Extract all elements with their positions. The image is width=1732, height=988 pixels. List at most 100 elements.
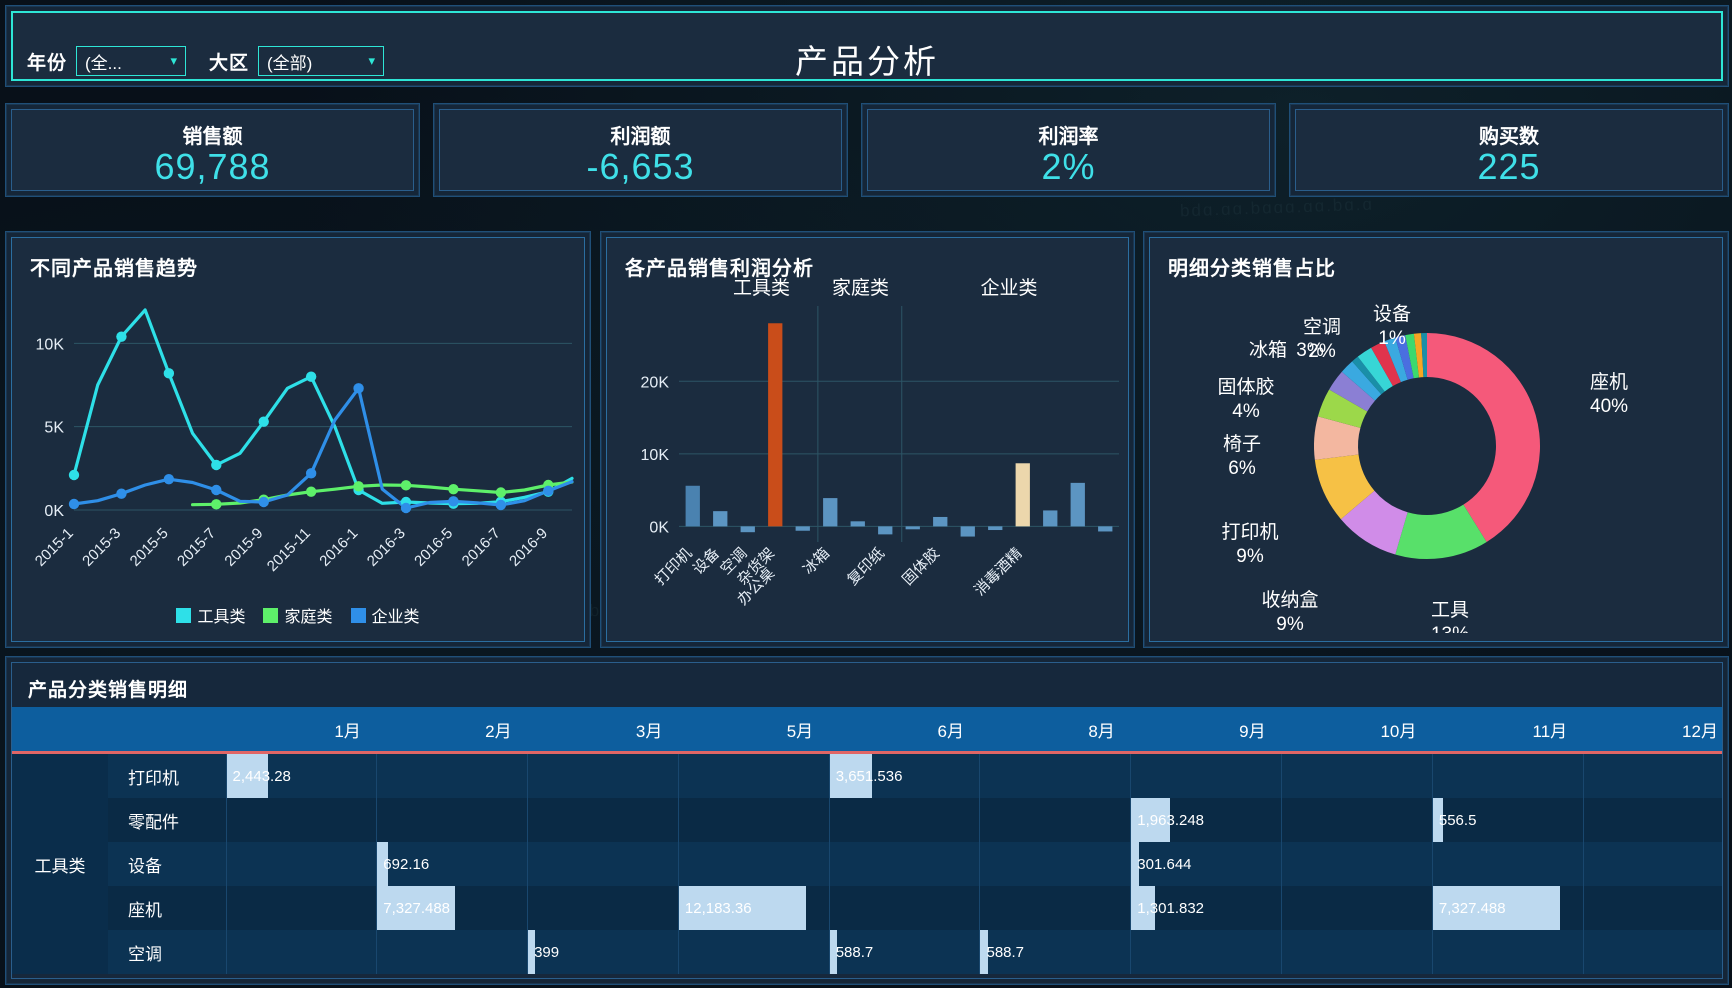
y-axis-tick: 0K [44,503,64,520]
table-cell[interactable] [1582,842,1722,886]
table-cell[interactable]: 3,651.536 [828,752,980,798]
table-cell[interactable] [979,886,1131,930]
table-cell[interactable]: 692.16 [376,842,528,886]
x-axis-tick: 2015-7 [174,525,219,570]
table-column-header[interactable]: 12月 [1583,707,1722,754]
donut-label: 设备 [1373,303,1411,325]
table-row[interactable]: 零配件 1,963.248 556.5 [12,798,1722,842]
table-row[interactable]: 工具类 打印机 2,443.28 3,651.536 [12,752,1722,974]
table-cell[interactable] [1281,798,1433,842]
table-cell[interactable] [1281,886,1433,930]
table-cell[interactable] [828,886,980,930]
table-cell[interactable] [1431,752,1584,798]
kpi-value: 69,788 [154,146,271,187]
table-row[interactable]: 座机 7,327.488 12,183.36 1,301.832 7,327.488 [12,886,1722,930]
table-cell[interactable] [677,842,830,886]
table-cell[interactable] [527,886,679,930]
year-select-value: (全... [85,53,122,73]
chevron-down-icon: ▾ [170,53,178,68]
table-cell[interactable]: 1,963.248 [1130,798,1282,842]
table-column-header[interactable]: 6月 [829,707,980,754]
cell-value: 1,301.832 [1137,899,1205,917]
line-data-point [211,499,222,510]
table-cell[interactable] [527,752,679,798]
table-cell[interactable] [376,798,528,842]
filter-year: 年份 (全... ▾ [27,46,187,76]
table-cell[interactable] [527,798,679,842]
table-column-header[interactable]: 2月 [376,707,528,754]
table-cell[interactable] [225,842,377,886]
table-cell[interactable]: 588.7 [828,930,980,974]
legend-item-工具类[interactable]: 工具类 [176,603,245,627]
table-cell[interactable]: 7,327.488 [1431,886,1584,930]
table-cell[interactable]: 7,327.488 [376,886,528,930]
table-cell[interactable] [1281,930,1433,974]
table-cell[interactable] [225,886,377,930]
table-cell[interactable] [1281,842,1433,886]
donut-percent: 13% [1431,624,1469,633]
table-category-cell: 工具类 [12,752,108,974]
donut-label: 空调 [1303,316,1341,338]
table-cell[interactable] [1582,930,1722,974]
legend-item-企业类[interactable]: 企业类 [350,603,420,627]
table-cell[interactable] [1281,752,1433,798]
table-column-header[interactable]: 5月 [678,707,830,754]
table-cell[interactable] [1582,752,1722,798]
region-select[interactable]: (全部) ▾ [258,46,385,76]
sales-detail-table-container[interactable]: 1月 2月 3月 5月 6月 8月 9月 10月 11月 12月 工具类 打印机 2,443.28 3,… [12,707,1722,974]
table-cell[interactable] [1582,886,1722,930]
table-cell[interactable] [677,930,830,974]
header-inner: 产品分析 年份 (全... ▾ 大区 (全部) ▾ [11,11,1723,81]
donut-percent: 6% [1228,458,1256,479]
table-column-header[interactable]: 11月 [1432,707,1584,754]
table-cell[interactable]: 588.7 [979,930,1131,974]
line-data-point [495,487,507,498]
table-cell[interactable] [1130,752,1282,798]
year-select[interactable]: (全... ▾ [76,46,187,76]
cell-wrap [1584,842,1722,886]
table-cell[interactable] [1431,930,1584,974]
bar-chart-svg[interactable]: 0K10K20K工具类 家庭类 企业类打印机设备空调杂货架办公桌冰箱 复印纸 固体胶 消毒… [607,238,1130,633]
table-cell[interactable] [1582,798,1722,842]
table-cell[interactable] [677,798,830,842]
table-column-header[interactable]: 1月 [226,707,377,754]
table-cell[interactable]: 556.5 [1431,798,1584,842]
kpi-card-sales: 销售额 69,788 [5,103,420,197]
cell-wrap [1282,754,1432,798]
table-column-header[interactable]: 8月 [979,707,1131,754]
table-row[interactable]: 空调 399 588.7 588.7 [12,930,1722,974]
table-cell[interactable] [979,798,1131,842]
table-cell[interactable] [979,752,1131,798]
table-cell[interactable] [828,798,980,842]
table-cell[interactable] [527,842,679,886]
table-cell[interactable] [225,798,377,842]
cell-value: 12,183.36 [684,899,752,917]
table-corner-header [12,707,226,754]
table-row[interactable]: 设备 692.16 301.644 [12,842,1722,886]
table-column-header[interactable]: 10月 [1281,707,1433,754]
table-cell[interactable] [828,842,980,886]
table-cell[interactable] [376,930,528,974]
table-cell[interactable]: 1,301.832 [1130,886,1282,930]
x-axis-tick: 2016-9 [506,525,551,570]
table-cell[interactable] [376,752,528,798]
table-cell[interactable] [979,842,1131,886]
donut-chart-svg[interactable]: 座机40%工具13%收纳盒9%打印机9%椅子6%固体胶4%冰箱3%空调2%设备1… [1150,238,1724,645]
table-cell[interactable] [677,752,830,798]
line-data-point [448,483,459,495]
line-chart-svg[interactable]: 0K5K10K2015-1 2015-3 2015-5 2015-7 2015-9201… [12,238,586,633]
line-data-point [258,416,269,427]
table-cell[interactable] [1431,842,1584,886]
table-cell[interactable] [225,930,377,974]
dashboard-header: 产品分析 年份 (全... ▾ 大区 (全部) ▾ [5,5,1729,87]
table-column-header[interactable]: 3月 [527,707,679,754]
table-column-header[interactable]: 9月 [1130,707,1282,754]
table-cell[interactable]: 301.644 [1130,842,1282,886]
table-cell[interactable]: 399 [527,930,679,974]
table-cell[interactable]: 2,443.28 [225,752,377,798]
table-cell[interactable]: 12,183.36 [677,886,830,930]
table-cell[interactable] [1130,930,1282,974]
donut-label: 冰箱 [1249,339,1287,361]
legend-item-家庭类[interactable]: 家庭类 [263,603,333,627]
donut-percent: 40% [1590,396,1628,417]
